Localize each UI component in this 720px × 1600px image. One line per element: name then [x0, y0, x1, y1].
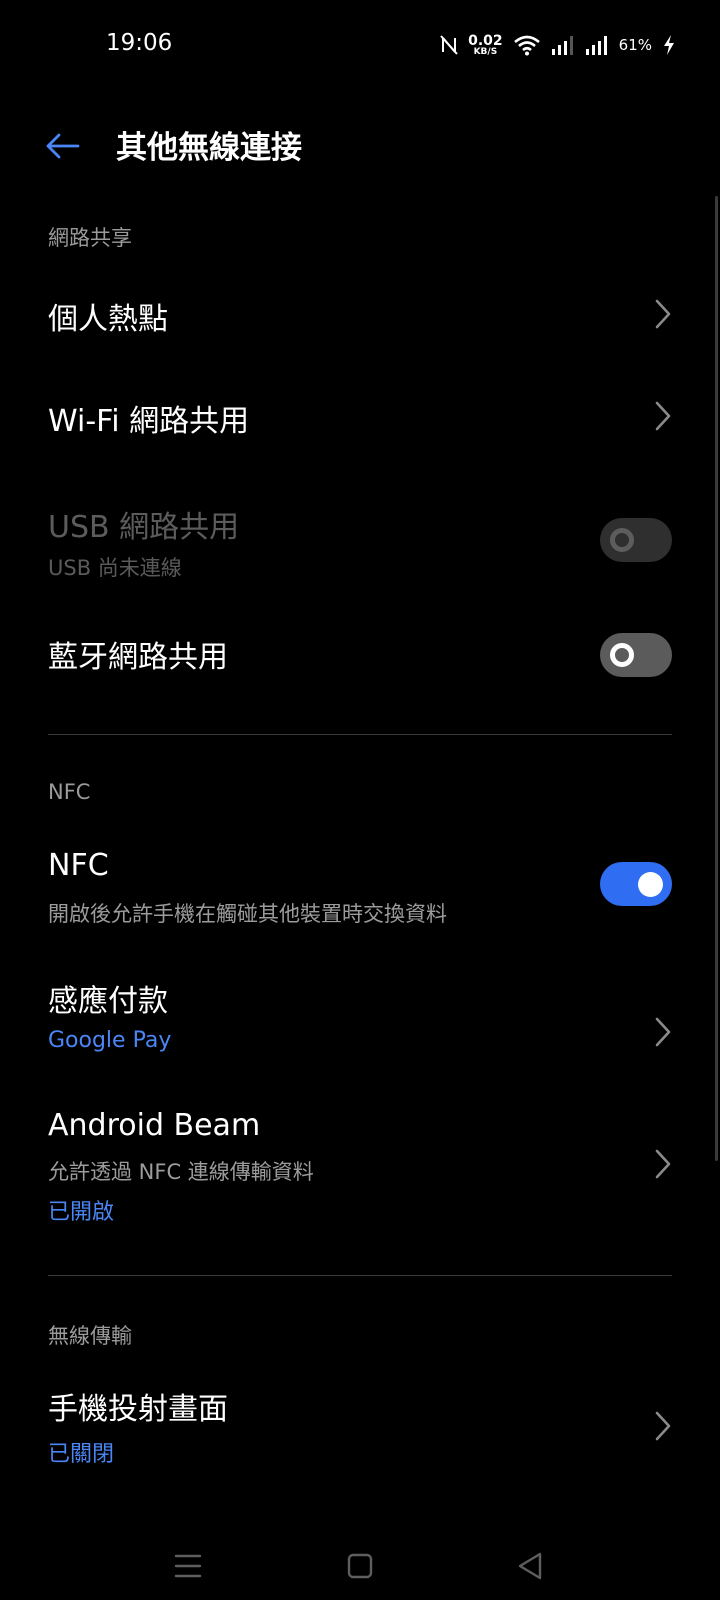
chevron-right-icon — [650, 296, 676, 332]
page-title: 其他無線連接 — [116, 130, 302, 166]
nfc-toggle[interactable] — [600, 862, 672, 906]
tap-pay-status: Google Pay — [48, 1028, 172, 1053]
back-button[interactable] — [40, 124, 84, 172]
back-arrow-icon — [44, 132, 80, 164]
section-header-nfc: NFC — [48, 780, 91, 804]
bt-share-toggle[interactable] — [600, 633, 672, 677]
section-header-wireless: 無線傳輸 — [48, 1324, 132, 1348]
android-beam-status: 已開啟 — [48, 1200, 115, 1225]
network-speed-unit: KB/S — [473, 46, 498, 57]
charging-icon — [662, 34, 676, 56]
divider — [48, 1275, 672, 1276]
section-header-tethering: 網路共享 — [48, 226, 132, 250]
android-beam-title: Android Beam — [48, 1108, 261, 1143]
bt-share-title: 藍牙網路共用 — [48, 640, 228, 675]
recent-apps-button[interactable] — [168, 1550, 208, 1586]
triangle-back-icon — [516, 1551, 544, 1585]
status-icons: 0.02 KB/S 61% — [440, 30, 676, 60]
usb-share-subtitle: USB 尚未連線 — [48, 556, 182, 580]
toggle-knob — [638, 872, 663, 897]
status-time: 19:06 — [106, 30, 173, 56]
hotspot-title: 個人熱點 — [48, 302, 168, 337]
status-bar: 19:06 0.02 KB/S 61% — [0, 0, 720, 92]
tap-pay-item[interactable]: 感應付款 Google Pay — [0, 960, 720, 1072]
usb-share-toggle — [600, 518, 672, 562]
battery-level: 61% — [618, 36, 652, 54]
bt-share-item[interactable]: 藍牙網路共用 — [0, 610, 720, 702]
android-beam-subtitle: 允許透過 NFC 連線傳輸資料 — [48, 1160, 314, 1184]
home-button[interactable] — [340, 1550, 380, 1586]
android-beam-item[interactable]: Android Beam 允許透過 NFC 連線傳輸資料 已開啟 — [0, 1096, 720, 1236]
app-bar: 其他無線連接 — [0, 100, 720, 196]
toggle-knob — [610, 528, 634, 552]
usb-share-title: USB 網路共用 — [48, 510, 240, 545]
wifi-share-item[interactable]: Wi-Fi 網路共用 — [0, 374, 720, 466]
toggle-knob — [610, 643, 634, 667]
usb-share-item: USB 網路共用 USB 尚未連線 — [0, 486, 720, 586]
navigation-bar — [0, 1530, 720, 1600]
signal-sim2-icon — [585, 34, 609, 56]
network-speed: 0.02 KB/S — [468, 34, 503, 57]
nfc-item[interactable]: NFC 開啟後允許手機在觸碰其他裝置時交換資料 — [0, 836, 720, 936]
chevron-right-icon — [650, 1146, 676, 1182]
menu-icon — [174, 1553, 202, 1583]
chevron-right-icon — [650, 398, 676, 434]
square-icon — [347, 1553, 373, 1583]
wifi-icon — [513, 34, 541, 56]
nfc-subtitle: 開啟後允許手機在觸碰其他裝置時交換資料 — [48, 902, 447, 926]
signal-sim1-icon — [551, 34, 575, 56]
chevron-right-icon — [650, 1014, 676, 1050]
screen-cast-item[interactable]: 手機投射畫面 已關閉 — [0, 1370, 720, 1482]
back-nav-button[interactable] — [510, 1550, 550, 1586]
nfc-status-icon — [440, 35, 458, 55]
chevron-right-icon — [650, 1408, 676, 1444]
tap-pay-title: 感應付款 — [48, 984, 168, 1019]
divider — [48, 734, 672, 735]
screen-cast-title: 手機投射畫面 — [48, 1392, 228, 1427]
screen-cast-status: 已關閉 — [48, 1442, 115, 1467]
hotspot-item[interactable]: 個人熱點 — [0, 272, 720, 362]
network-speed-value: 0.02 — [468, 32, 503, 49]
nfc-title: NFC — [48, 848, 109, 883]
wifi-share-title: Wi-Fi 網路共用 — [48, 404, 250, 439]
